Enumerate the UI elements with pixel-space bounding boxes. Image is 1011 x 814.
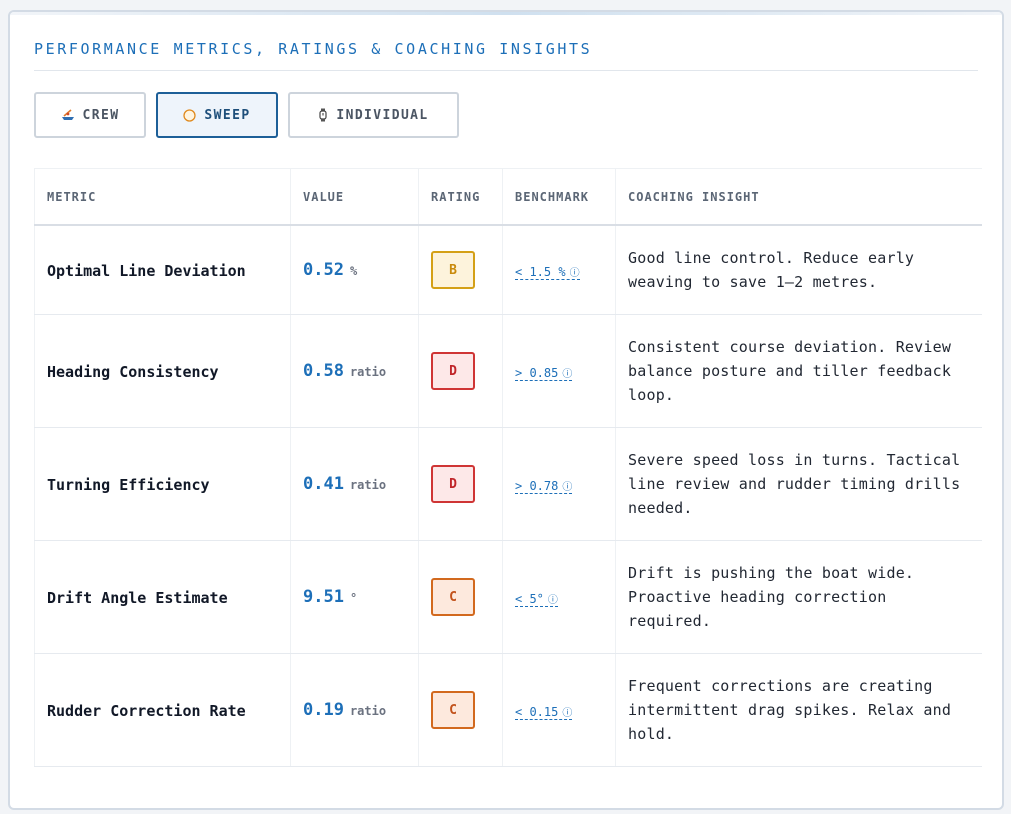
info-icon: ⓘ: [547, 594, 558, 606]
coaching-insight: Drift is pushing the boat wide. Proactiv…: [628, 564, 915, 630]
metric-unit: ratio: [349, 365, 387, 379]
metric-name: Optimal Line Deviation: [47, 261, 246, 280]
column-header-value: VALUE: [290, 168, 419, 226]
benchmark-value: > 0.78: [515, 478, 559, 493]
table-row: Drift Angle Estimate 9.51 ° C < 5° ⓘ Drift…: [34, 540, 982, 654]
metric-value: 0.41: [303, 474, 344, 494]
tab-crew-label: CREW: [82, 107, 120, 123]
info-icon: ⓘ: [569, 267, 580, 279]
metric-name: Drift Angle Estimate: [47, 588, 228, 607]
metric-value: 9.51: [303, 587, 344, 607]
rating-badge: C: [431, 578, 475, 616]
tab-sweep-label: SWEEP: [204, 107, 251, 123]
column-header-metric: METRIC: [34, 168, 291, 226]
benchmark-tooltip-trigger[interactable]: > 0.85 ⓘ: [515, 365, 573, 381]
table-header-row: METRIC VALUE RATING BENCHMARK COACHING I…: [34, 168, 982, 226]
panel-title: PERFORMANCE METRICS, RATINGS & COACHING …: [34, 40, 593, 58]
metric-name: Turning Efficiency: [47, 475, 210, 494]
table-row: Turning Efficiency 0.41 ratio D > 0.78 ⓘ S…: [34, 427, 982, 541]
info-icon: ⓘ: [562, 481, 573, 493]
info-icon: ⓘ: [562, 368, 573, 380]
benchmark-tooltip-trigger[interactable]: > 0.78 ⓘ: [515, 478, 573, 494]
tab-individual[interactable]: INDIVIDUAL: [288, 92, 459, 138]
compass-icon: [183, 108, 197, 122]
tab-individual-label: INDIVIDUAL: [336, 107, 429, 123]
benchmark-tooltip-trigger[interactable]: < 5° ⓘ: [515, 591, 558, 607]
rating-badge: C: [431, 691, 475, 729]
performance-panel: PERFORMANCE METRICS, RATINGS & COACHING …: [8, 10, 1004, 810]
metric-value: 0.52: [303, 260, 344, 280]
rowing-boat-icon: [61, 109, 75, 121]
info-icon: ⓘ: [562, 707, 573, 719]
metric-value: 0.58: [303, 361, 344, 381]
coaching-insight: Frequent corrections are creating interm…: [628, 677, 952, 743]
benchmark-value: < 0.15: [515, 704, 559, 719]
column-header-benchmark: BENCHMARK: [502, 168, 616, 226]
column-header-rating: RATING: [418, 168, 503, 226]
metric-unit: %: [349, 264, 358, 278]
table-row: Rudder Correction Rate 0.19 ratio C < 0.1…: [34, 653, 982, 767]
metric-name: Heading Consistency: [47, 362, 219, 381]
tab-bar: CREW SWEEP INDIVIDUAL: [34, 92, 459, 138]
benchmark-value: > 0.85: [515, 365, 559, 380]
tab-crew[interactable]: CREW: [34, 92, 146, 138]
table-row: Heading Consistency 0.58 ratio D > 0.85 ⓘ …: [34, 314, 982, 428]
title-divider: [34, 70, 978, 71]
metrics-table: METRIC VALUE RATING BENCHMARK COACHING I…: [34, 168, 982, 767]
benchmark-tooltip-trigger[interactable]: < 0.15 ⓘ: [515, 704, 573, 720]
metric-unit: ratio: [349, 704, 387, 718]
rating-badge: D: [431, 352, 475, 390]
column-header-insight: COACHING INSIGHT: [615, 168, 982, 226]
metric-name: Rudder Correction Rate: [47, 701, 246, 720]
metrics-table-container[interactable]: METRIC VALUE RATING BENCHMARK COACHING I…: [34, 168, 982, 768]
panel-accent-bar: [10, 12, 1002, 15]
stopwatch-icon: [318, 108, 328, 122]
metric-unit: ratio: [349, 478, 387, 492]
coaching-insight: Severe speed loss in turns. Tactical lin…: [628, 451, 961, 517]
table-row: Optimal Line Deviation 0.52% B < 1.5 % ⓘ …: [34, 225, 982, 315]
coaching-insight: Good line control. Reduce early weaving …: [628, 249, 915, 291]
benchmark-value: < 5°: [515, 591, 544, 606]
tab-sweep[interactable]: SWEEP: [156, 92, 278, 138]
metric-unit: °: [349, 591, 358, 605]
coaching-insight: Consistent course deviation. Review bala…: [628, 338, 952, 404]
metric-value: 0.19: [303, 700, 344, 720]
rating-badge: D: [431, 465, 475, 503]
benchmark-value: < 1.5 %: [515, 264, 566, 279]
benchmark-tooltip-trigger[interactable]: < 1.5 % ⓘ: [515, 264, 580, 280]
rating-badge: B: [431, 251, 475, 289]
